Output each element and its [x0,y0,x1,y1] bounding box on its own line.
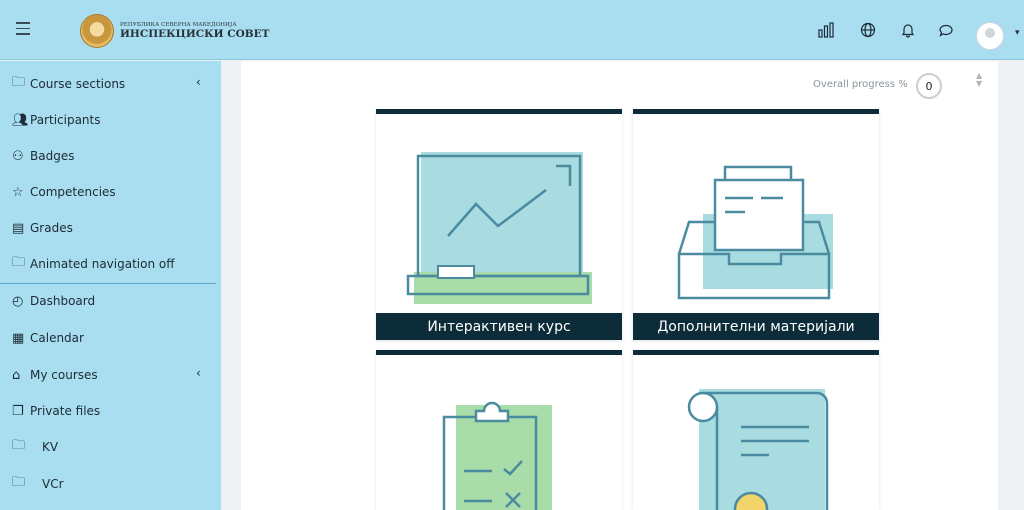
sidebar-item-participants[interactable]: 👥︎ Participants [12,109,101,131]
sort-icon[interactable]: ▲ ▼ [976,72,982,88]
star-icon: ☆ [12,184,24,200]
chevron-left-icon[interactable]: ‹ [196,75,201,89]
sidebar-item-label: Badges [30,149,75,163]
overall-progress-indicator: 0 [916,73,942,99]
coat-of-arms-icon [80,14,114,48]
menu-icon[interactable] [16,22,30,36]
badge-icon: ⚇ [12,148,24,164]
top-navbar: РЕПУБЛИКА СЕВЕРНА МАКЕДОНИЈА ИНСПЕКЦИСКИ… [0,0,1024,60]
sidebar-item-my-courses[interactable]: ⌂ My courses [12,364,98,386]
dashboard-icon: ◴ [12,293,24,309]
clipboard-checklist-icon [442,401,552,510]
user-avatar[interactable] [976,22,1004,50]
graduation-cap-icon: ⌂ [12,367,21,383]
course-tile-interactive[interactable]: Интерактивен курс [376,109,622,340]
folder-icon: 🗀 [12,255,26,270]
sidebar-item-label: Animated navigation off [30,257,175,271]
inbox-tray-icon [677,165,833,300]
sidebar-item-competencies[interactable]: ☆ Competencies [12,181,116,203]
sidebar-item-label: Competencies [30,185,116,199]
sidebar-item-label: Grades [30,221,73,235]
sidebar-divider [0,283,216,284]
sidebar: 🗀 Course sections ‹ 👥︎ Participants ⚇ Ba… [0,61,221,510]
sidebar-item-label: KV [42,440,59,454]
bell-icon[interactable] [900,22,916,38]
brand-logo[interactable]: РЕПУБЛИКА СЕВЕРНА МАКЕДОНИЈА ИНСПЕКЦИСКИ… [80,14,269,48]
sidebar-item-label: Private files [30,404,101,418]
sidebar-item-animated-navigation[interactable]: 🗀 Animated navigation off [12,253,175,275]
globe-icon[interactable] [860,22,876,38]
page-gutter [221,61,241,510]
sidebar-item-dashboard[interactable]: ◴ Dashboard [12,290,95,312]
sidebar-item-label: VCr [42,477,64,491]
course-tile-certificate[interactable] [633,350,879,510]
course-tile-checklist[interactable] [376,350,622,510]
sidebar-item-calendar[interactable]: ▦ Calendar [12,327,84,349]
folder-icon: 🗀 [12,75,26,90]
sidebar-item-label: My courses [30,368,98,382]
folder-icon: 🗀 [12,438,26,453]
chevron-left-icon[interactable]: ‹ [196,366,201,380]
sidebar-item-course-sections[interactable]: 🗀 Course sections [12,73,125,95]
tile-caption: Дополнителни материјали [633,313,879,340]
sidebar-item-label: Dashboard [30,294,96,308]
brand-line2: ИНСПЕКЦИСКИ СОВЕТ [120,28,270,40]
sidebar-item-badges[interactable]: ⚇ Badges [12,145,74,167]
sidebar-item-vcr[interactable]: 🗀 VCr [12,473,64,495]
tile-caption: Интерактивен курс [376,313,622,340]
overall-progress-value: 0 [925,79,933,93]
chart-icon[interactable] [818,22,834,38]
overall-progress-label: Overall progress % [813,79,908,90]
sidebar-item-label: Calendar [30,331,84,345]
course-tile-materials[interactable]: Дополнителни материјали [633,109,879,340]
presentation-board-icon [406,152,592,304]
sidebar-item-kv[interactable]: 🗀 KV [12,436,58,458]
grades-icon: ▤ [12,220,25,236]
calendar-icon: ▦ [12,330,25,346]
chat-icon[interactable] [938,22,954,38]
caret-down-icon[interactable]: ▾ [1015,28,1020,38]
sidebar-item-label: Course sections [30,77,126,91]
users-icon: 👥︎ [12,112,29,128]
sidebar-item-label: Participants [30,113,101,127]
certificate-scroll-icon [687,389,829,510]
page-gutter-right [998,61,1024,510]
sidebar-item-private-files[interactable]: ❐ Private files [12,400,100,422]
files-icon: ❐ [12,403,24,419]
folder-icon: 🗀 [12,475,26,490]
sidebar-item-grades[interactable]: ▤ Grades [12,217,73,239]
